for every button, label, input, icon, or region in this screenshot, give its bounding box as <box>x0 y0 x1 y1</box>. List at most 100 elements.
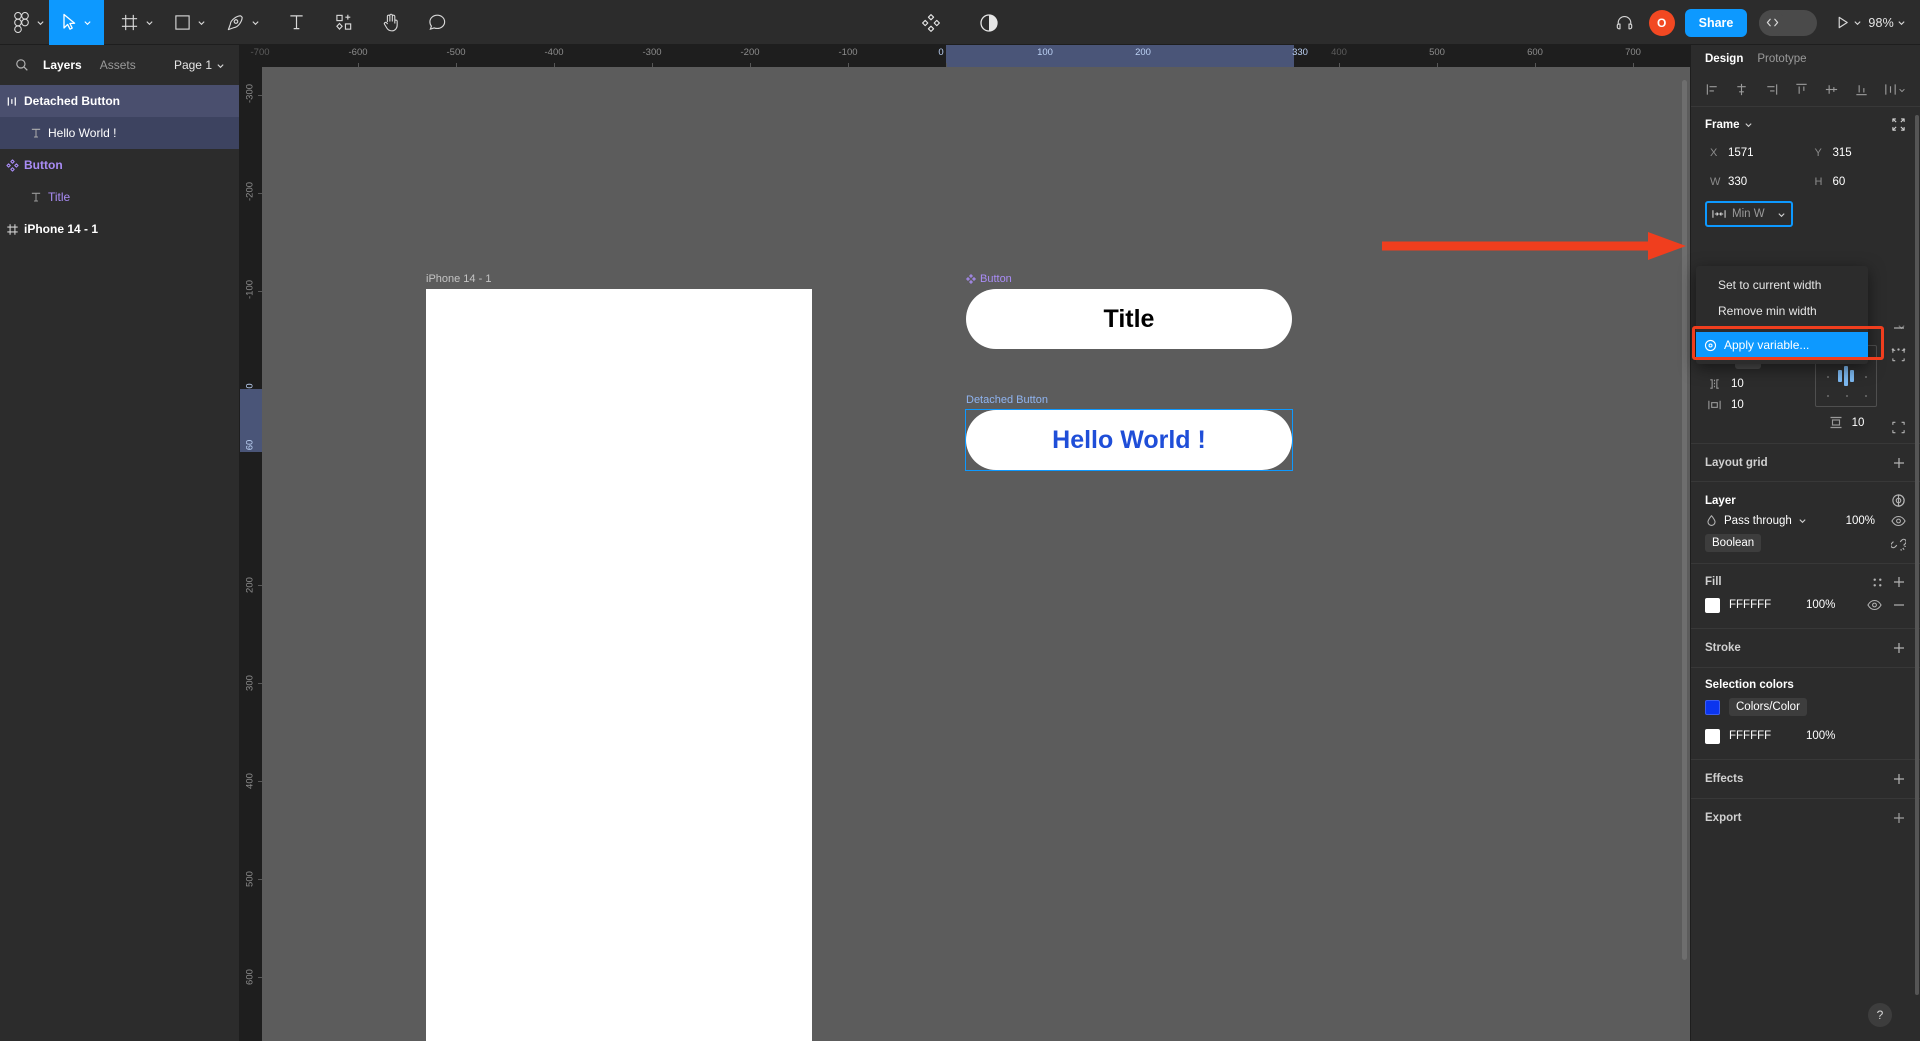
layer-opacity-value[interactable]: 100% <box>1846 515 1875 527</box>
shape-tool-chevron-icon[interactable] <box>195 0 216 45</box>
broken-link-icon[interactable] <box>1891 536 1906 551</box>
tab-design[interactable]: Design <box>1705 53 1743 65</box>
detached-button[interactable]: Hello World ! <box>966 410 1292 470</box>
layer-row-detached-button[interactable]: Detached Button <box>0 85 239 117</box>
tab-assets[interactable]: Assets <box>91 45 145 85</box>
resize-to-fit-icon[interactable] <box>1891 117 1906 132</box>
frame-tool-chevron-icon[interactable] <box>143 0 164 45</box>
align-vertical-center-icon[interactable] <box>1820 79 1842 101</box>
constraints-icon[interactable] <box>1891 348 1906 368</box>
clip-content-icon[interactable] <box>1891 420 1906 435</box>
selection-color-variable-name[interactable]: Colors/Color <box>1729 698 1807 716</box>
design-canvas[interactable]: iPhone 14 - 1 Button Title Detached Butt… <box>262 67 1690 1041</box>
search-icon[interactable] <box>10 58 34 72</box>
layer-row-title[interactable]: Title <box>0 181 239 213</box>
frame-section-title[interactable]: Frame <box>1705 119 1753 131</box>
selection-color-opacity[interactable]: 100% <box>1806 730 1850 742</box>
width-field[interactable]: W 330 <box>1705 169 1802 195</box>
menu-item-apply-variable[interactable]: Apply variable... <box>1696 332 1868 358</box>
gap-field[interactable]: 10 <box>1705 378 1793 390</box>
align-horizontal-center-icon[interactable] <box>1731 79 1753 101</box>
tab-prototype[interactable]: Prototype <box>1757 53 1806 65</box>
frame-label-detached-button[interactable]: Detached Button <box>966 394 1048 406</box>
present-button[interactable] <box>1835 15 1862 30</box>
layer-row-button[interactable]: Button <box>0 149 239 181</box>
move-tool-group[interactable] <box>49 0 104 45</box>
vertical-ruler[interactable]: -300 -200 -100 0 60 200 300 400 500 600 <box>240 67 262 1041</box>
horizontal-ruler[interactable]: -700 -600 -500 -400 -300 -200 -100 0 100… <box>240 45 1690 67</box>
chevron-down-icon[interactable] <box>1777 210 1786 219</box>
align-bottom-icon[interactable] <box>1850 79 1872 101</box>
padding-horizontal-field[interactable]: 10 <box>1705 399 1793 411</box>
comment-icon[interactable] <box>414 0 461 45</box>
plus-icon[interactable] <box>1892 575 1906 589</box>
iphone-frame[interactable] <box>426 289 812 1041</box>
selection-color-hex[interactable]: FFFFFF <box>1729 730 1797 742</box>
chevron-down-icon[interactable] <box>36 18 45 27</box>
plus-icon[interactable] <box>1892 811 1906 825</box>
align-right-icon[interactable] <box>1761 79 1783 101</box>
zoom-level-label[interactable]: 98% <box>1868 16 1894 30</box>
boolean-chip[interactable]: Boolean <box>1705 534 1762 552</box>
height-field[interactable]: H 60 <box>1810 169 1907 195</box>
layer-title: Layer <box>1705 494 1736 507</box>
fill-opacity-value[interactable]: 100% <box>1806 599 1850 611</box>
tab-layers[interactable]: Layers <box>34 45 91 85</box>
avatar[interactable]: O <box>1648 9 1675 36</box>
y-field[interactable]: Y 315 <box>1810 140 1907 166</box>
zoom-chevron-icon[interactable] <box>1897 18 1906 27</box>
headphones-icon[interactable] <box>1606 0 1643 45</box>
layer-row-iphone-14-1[interactable]: iPhone 14 - 1 <box>0 213 239 245</box>
pen-tool-chevron-icon[interactable] <box>249 0 272 45</box>
variable-icon <box>1704 339 1717 352</box>
menu-item-remove-min-width[interactable]: Remove min width <box>1696 298 1868 324</box>
minus-icon[interactable] <box>1892 598 1906 612</box>
min-width-field[interactable]: Min W <box>1705 201 1793 227</box>
menu-item-set-to-current-width[interactable]: Set to current width <box>1696 272 1868 298</box>
figma-logo-icon[interactable] <box>0 0 49 45</box>
move-tool-icon[interactable] <box>49 0 81 45</box>
distribute-icon[interactable] <box>1880 79 1910 101</box>
selection-color-swatch[interactable] <box>1705 728 1720 744</box>
plus-icon[interactable] <box>1892 456 1906 470</box>
eye-icon[interactable] <box>1867 599 1882 611</box>
present-chevron-icon[interactable] <box>1853 18 1862 27</box>
dev-mode-toggle[interactable] <box>1759 9 1818 36</box>
fill-swatch[interactable] <box>1705 597 1720 613</box>
frame-label-iphone[interactable]: iPhone 14 - 1 <box>426 273 491 285</box>
pen-tool-icon[interactable] <box>216 0 249 45</box>
selection-color-row[interactable]: FFFFFF 100% <box>1705 723 1906 749</box>
blend-mode-row[interactable]: Pass through 100% <box>1705 514 1906 527</box>
page-selector[interactable]: Page 1 <box>174 58 229 72</box>
hand-tool-icon[interactable] <box>368 0 414 45</box>
components-icon[interactable] <box>913 0 949 45</box>
resources-icon[interactable] <box>321 0 368 45</box>
text-tool-icon[interactable] <box>272 0 321 45</box>
help-button[interactable]: ? <box>1868 1003 1892 1027</box>
layer-row-hello-world[interactable]: Hello World ! <box>0 117 239 149</box>
ruler-tick: -200 <box>740 47 760 58</box>
ruler-tick: -200 <box>244 181 256 201</box>
eye-icon[interactable] <box>1891 515 1906 527</box>
selection-color-swatch[interactable] <box>1705 699 1720 715</box>
shape-tool-icon[interactable] <box>164 0 195 45</box>
share-button[interactable]: Share <box>1684 8 1748 37</box>
selection-color-row[interactable]: Colors/Color <box>1705 694 1906 720</box>
frame-label-button[interactable]: Button <box>966 273 1012 285</box>
style-grid-icon[interactable] <box>1871 576 1884 589</box>
contrast-icon[interactable] <box>971 0 1007 45</box>
button-component[interactable]: Title <box>966 289 1292 349</box>
plus-icon[interactable] <box>1892 641 1906 655</box>
canvas-scrollbar[interactable] <box>1682 80 1687 960</box>
right-panel-scrollbar[interactable] <box>1915 115 1919 995</box>
fill-color-row[interactable]: FFFFFF 100% <box>1705 592 1906 618</box>
align-top-icon[interactable] <box>1790 79 1812 101</box>
padding-vertical-field[interactable]: 10 <box>1827 416 1864 429</box>
plus-icon[interactable] <box>1892 772 1906 786</box>
move-tool-chevron-icon[interactable] <box>81 0 104 45</box>
frame-tool-icon[interactable] <box>104 0 143 45</box>
layer-settings-icon[interactable] <box>1891 493 1906 508</box>
fill-hex-value[interactable]: FFFFFF <box>1729 599 1797 611</box>
align-left-icon[interactable] <box>1701 79 1723 101</box>
x-field[interactable]: X 1571 <box>1705 140 1802 166</box>
